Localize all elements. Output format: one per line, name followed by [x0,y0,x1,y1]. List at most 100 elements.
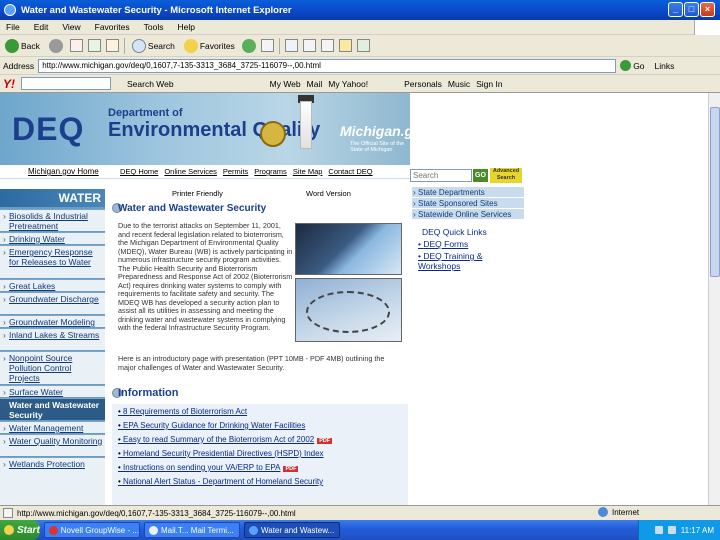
info-link-text: Easy to read Summary of the Bioterrorism… [123,435,315,444]
nav-item-nonpoint-source[interactable]: Nonpoint Source Pollution Control Projec… [0,351,105,384]
search-button[interactable]: Search [130,37,177,55]
address-input[interactable]: http://www.michigan.gov/deq/0,1607,7-135… [38,58,617,73]
quick-link-forms[interactable]: DEQ Forms [418,239,468,249]
nav-deq-home[interactable]: DEQ Home [120,167,158,176]
lighthouse-image [300,101,312,149]
task-mail-terminal[interactable]: Mail.T... Mail Termi... [144,522,240,538]
menu-view[interactable]: View [62,22,80,32]
star-icon [183,38,198,53]
menu-tools[interactable]: Tools [144,22,164,32]
refresh-icon[interactable] [87,39,101,52]
forward-button[interactable] [47,37,65,55]
links-label[interactable]: Links [655,61,675,71]
window-title-bar[interactable]: Water and Wastewater Security - Microsof… [0,0,720,20]
discuss-icon[interactable] [338,39,352,52]
maximize-button[interactable]: □ [684,2,699,17]
utility-nav: Michigan.gov Home DEQ Home Online Servic… [0,165,410,179]
information-box: 8 Requirements of Bioterrorism Act EPA S… [112,404,408,505]
yahoo-mail[interactable]: Mail [307,79,323,89]
ie-icon [249,525,258,535]
task-groupwise[interactable]: Novell GroupWise - ... [44,522,140,538]
menu-favorites[interactable]: Favorites [95,22,130,32]
yahoo-music[interactable]: Music [448,79,470,89]
nav-item-surface-water[interactable]: Surface Water [0,385,105,397]
forward-arrow-icon [48,38,63,53]
menu-help[interactable]: Help [177,22,194,32]
info-link[interactable]: 8 Requirements of Bioterrorism Act [118,407,247,416]
security-zone: Internet [598,507,639,517]
yahoo-search-input[interactable] [21,77,111,90]
nav-item-inland-lakes[interactable]: Inland Lakes & Streams [0,328,105,350]
favorites-button[interactable]: Favorites [182,37,237,55]
info-link[interactable]: National Alert Status - Department of Ho… [118,477,323,486]
deq-logo[interactable]: DEQ [12,111,84,148]
yahoo-sign-in[interactable]: Sign In [476,79,502,89]
nav-item-groundwater-discharge[interactable]: Groundwater Discharge [0,292,105,314]
nav-contact-deq[interactable]: Contact DEQ [328,167,372,176]
advanced-search-button[interactable]: Advanced Search [490,168,522,183]
scrollbar-thumb[interactable] [710,107,720,277]
menu-edit[interactable]: Edit [34,22,49,32]
quick-links-title[interactable]: DEQ Quick Links [422,227,487,237]
vertical-scrollbar[interactable] [708,93,720,505]
home-icon[interactable] [105,39,119,52]
right-nav-state-sponsored[interactable]: State Sponsored Sites [412,198,524,209]
nav-item-water-security[interactable]: Water and Wastewater Security [0,398,105,420]
zone-label: Internet [612,507,640,517]
nav-item-emergency-response[interactable]: Emergency Response for Releases to Water [0,245,105,278]
mail-icon[interactable] [284,39,298,52]
yahoo-logo[interactable]: Y! [3,77,15,91]
info-link[interactable]: EPA Security Guidance for Drinking Water… [118,421,305,430]
info-link[interactable]: Homeland Security Presidential Directive… [118,449,324,458]
search-web-button[interactable]: Search Web [127,79,174,89]
nav-item-biosolids[interactable]: Biosolids & Industrial Pretreatment [0,209,105,231]
go-button[interactable]: Go [620,60,645,71]
right-nav-state-departments[interactable]: State Departments [412,187,524,198]
back-button[interactable]: Back [3,37,42,55]
yahoo-personals[interactable]: Personals [404,79,442,89]
nav-programs[interactable]: Programs [254,167,287,176]
address-bar: Address http://www.michigan.gov/deq/0,16… [0,57,720,75]
task-ie-water[interactable]: Water and Wastew... [244,522,340,538]
yahoo-my-web[interactable]: My Web [270,79,301,89]
yahoo-my-yahoo[interactable]: My Yahoo! [328,79,368,89]
tray-volume-icon[interactable] [667,526,676,534]
system-tray: 11:17 AM [638,520,720,540]
messenger-icon[interactable] [356,39,370,52]
media-icon[interactable] [241,38,256,53]
close-button[interactable]: × [700,2,715,17]
tray-network-icon[interactable] [654,526,663,534]
quick-link-training[interactable]: DEQ Training & Workshops [418,251,498,271]
menu-file[interactable]: File [6,22,20,32]
site-search-go-button[interactable]: GO [473,169,488,182]
water-heading: WATER [0,189,105,207]
print-icon[interactable] [302,39,316,52]
history-icon[interactable] [260,39,274,52]
nav-item-groundwater-modeling[interactable]: Groundwater Modeling [0,315,105,327]
site-search-input[interactable] [410,169,472,182]
nav-item-wetlands[interactable]: Wetlands Protection [0,457,105,505]
minimize-button[interactable]: _ [668,2,683,17]
nav-item-water-management[interactable]: Water Management [0,421,105,433]
clock[interactable]: 11:17 AM [681,526,714,535]
nav-site-map[interactable]: Site Map [293,167,323,176]
info-link[interactable]: Instructions on sending your VA/ERP to E… [118,463,299,472]
edit-icon[interactable] [320,39,334,52]
page-icon [3,508,13,518]
word-version-link[interactable]: Word Version [306,189,351,198]
nav-item-great-lakes[interactable]: Great Lakes [0,279,105,291]
start-button[interactable]: Start [0,520,40,540]
nav-item-water-quality[interactable]: Water Quality Monitoring [0,434,105,456]
right-nav-online-services[interactable]: Statewide Online Services [412,209,524,220]
nav-item-drinking-water[interactable]: Drinking Water [0,232,105,244]
stop-icon[interactable] [69,39,83,52]
ie-logo-icon [4,4,16,16]
search-label: Search [147,40,175,51]
info-link[interactable]: Easy to read Summary of the Bioterrorism… [118,435,333,444]
michigan-gov-logo[interactable]: Michigan.gov [340,123,410,139]
michigan-home-link[interactable]: Michigan.gov Home [28,167,99,176]
nav-permits[interactable]: Permits [223,167,248,176]
printer-friendly-link[interactable]: Printer Friendly [172,189,223,198]
nav-online-services[interactable]: Online Services [164,167,217,176]
search-icon [131,38,146,53]
